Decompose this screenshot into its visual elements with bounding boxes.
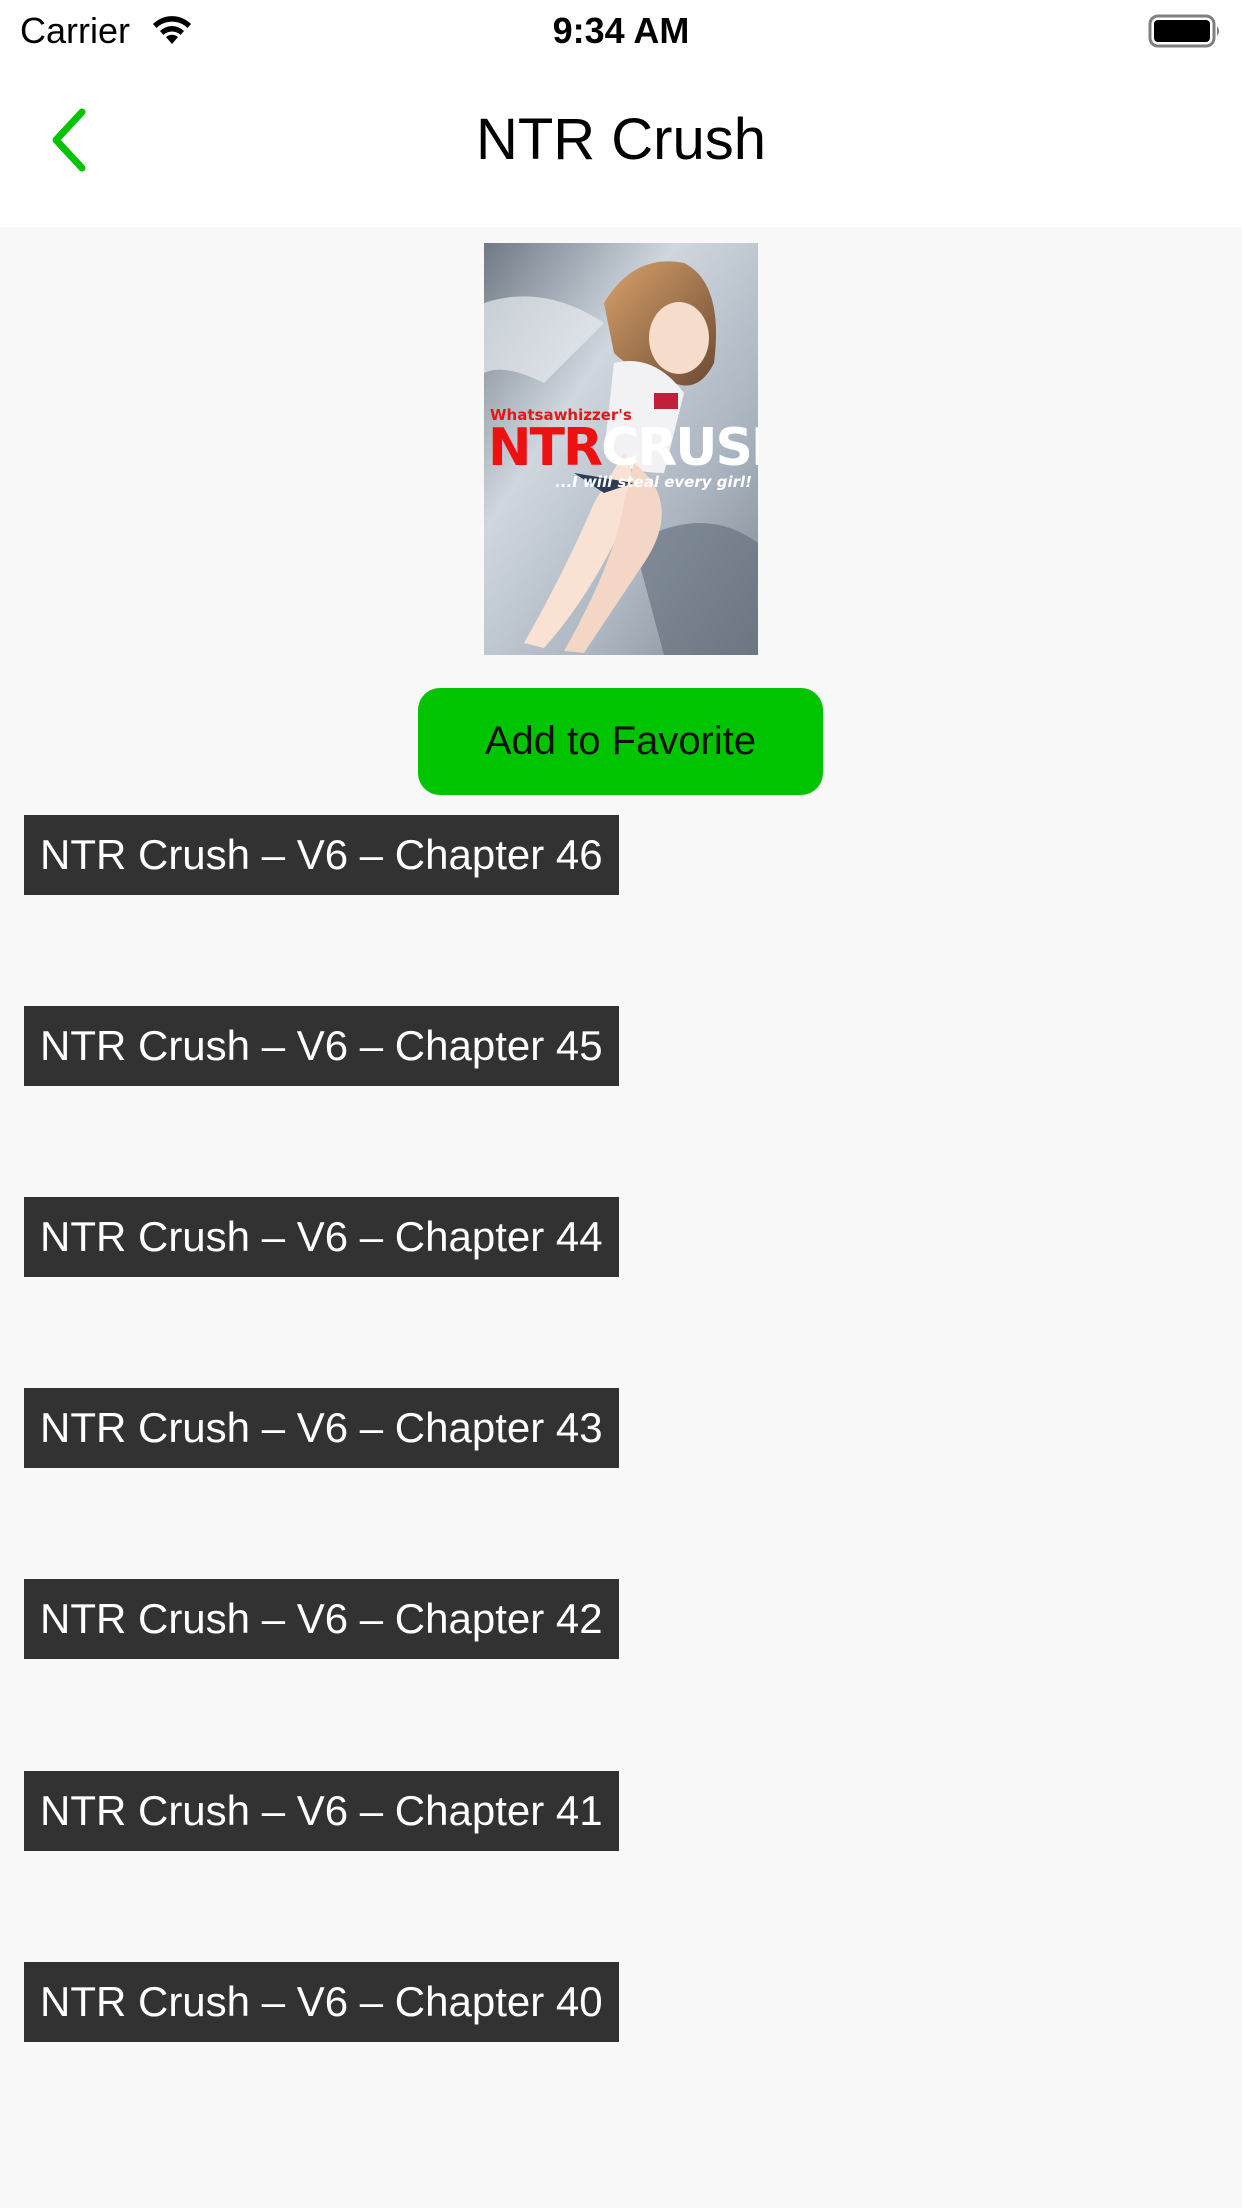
page-title: NTR Crush — [475, 107, 767, 172]
chapter-item[interactable]: NTR Crush – V6 – Chapter 45 — [24, 1006, 619, 1086]
chapter-item[interactable]: NTR Crush – V6 – Chapter 40 — [24, 1962, 619, 2042]
chapter-item[interactable]: NTR Crush – V6 – Chapter 46 — [24, 815, 619, 895]
cover-title: NTRCRUSH — [488, 418, 758, 478]
cover-title-crush: CRUSH — [601, 418, 758, 478]
navigation-bar: NTR Crush — [0, 62, 1242, 227]
status-bar: Carrier 9:34 AM — [0, 0, 1242, 62]
cover-image: Whatsawhizzer's NTRCRUSH ...I will steal… — [484, 243, 758, 655]
battery-icon — [1148, 14, 1222, 53]
clock: 9:34 AM — [552, 10, 690, 51]
chapter-item[interactable]: NTR Crush – V6 – Chapter 42 — [24, 1579, 619, 1659]
cover-tagline: ...I will steal every girl! — [555, 473, 752, 491]
chapter-item[interactable]: NTR Crush – V6 – Chapter 44 — [24, 1197, 619, 1277]
cover-title-ntr: NTR — [488, 418, 603, 478]
chapter-item[interactable]: NTR Crush – V6 – Chapter 43 — [24, 1388, 619, 1468]
add-to-favorite-button[interactable]: Add to Favorite — [418, 688, 823, 795]
chapter-item[interactable]: NTR Crush – V6 – Chapter 41 — [24, 1771, 619, 1851]
